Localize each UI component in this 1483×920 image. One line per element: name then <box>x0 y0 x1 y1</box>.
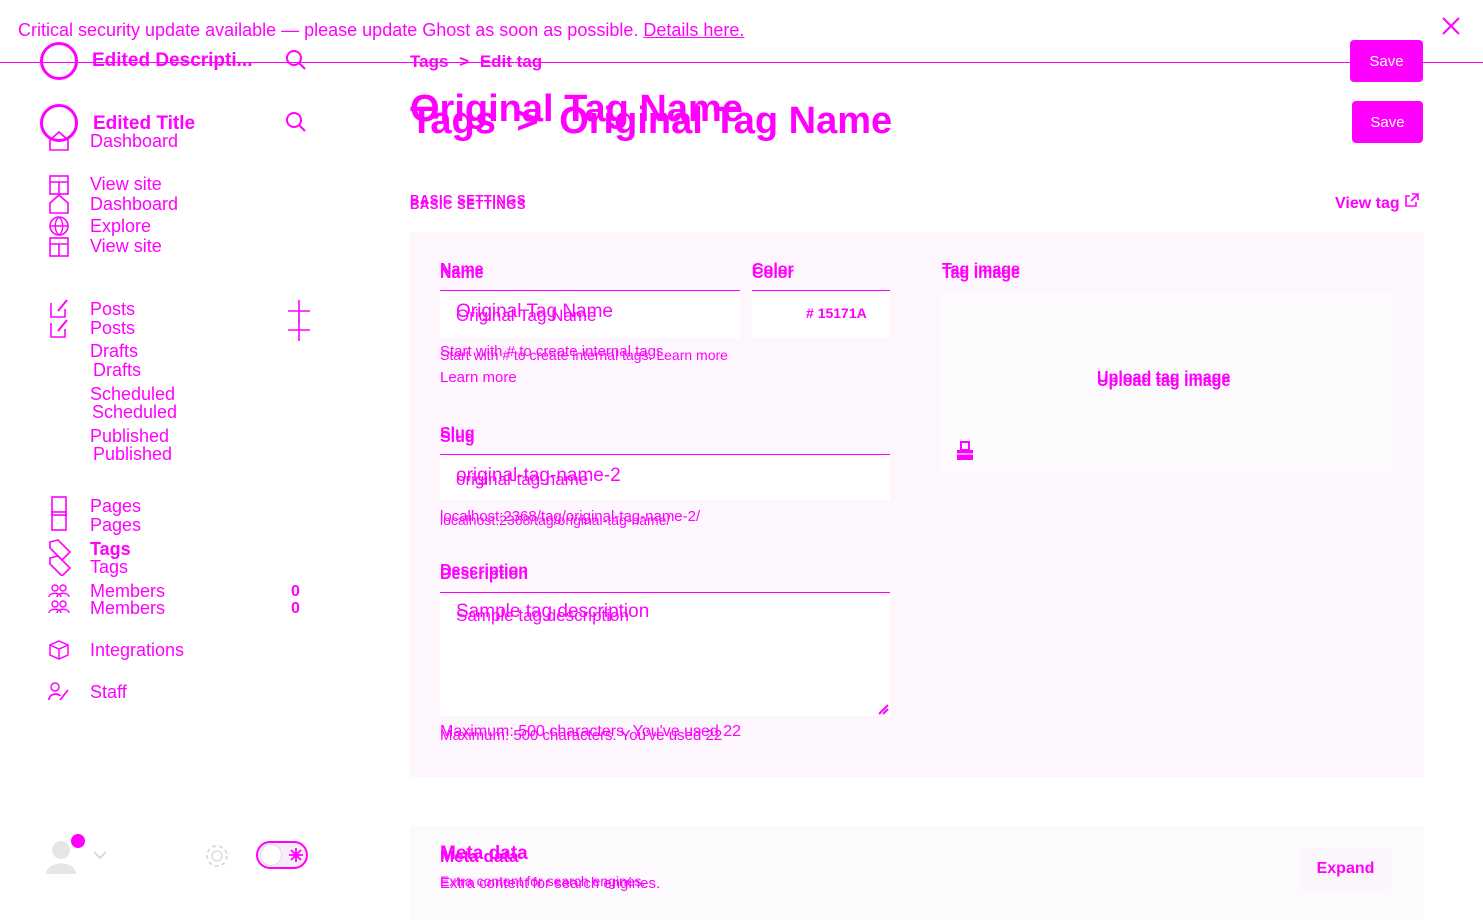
search-icon[interactable] <box>285 111 307 133</box>
page-title: Tags > Original Tag Name <box>410 100 892 143</box>
banner-details-link[interactable]: Details here. <box>643 20 744 40</box>
cube-icon <box>48 639 70 661</box>
globe-icon <box>48 215 70 237</box>
view-tag-label: View tag <box>1335 195 1400 212</box>
members-count: 0 <box>291 600 300 617</box>
name-hint-text: Start with # to create internal tags. <box>440 347 653 363</box>
description-label: Description <box>440 566 529 583</box>
members-icon <box>48 583 70 617</box>
sidebar-item-posts[interactable]: Posts <box>90 299 135 320</box>
plus-icon[interactable] <box>287 318 311 347</box>
sidebar-item-explore[interactable]: Explore <box>90 216 151 237</box>
color-hex-value: 15171A <box>817 305 867 321</box>
sidebar-item-view-site[interactable]: View site <box>90 174 162 195</box>
edit-icon <box>48 297 70 319</box>
description-field-line <box>440 592 890 593</box>
update-banner: Critical security update available — ple… <box>18 20 744 41</box>
sidebar-item-drafts[interactable]: Drafts <box>90 341 138 362</box>
slug-field-line <box>440 454 890 455</box>
image-icon <box>955 440 975 467</box>
title-tags-link[interactable]: Tags <box>410 100 496 142</box>
breadcrumb: Tags > Edit tag <box>410 52 542 72</box>
description-value: Sample tag description <box>456 606 629 625</box>
dark-mode-toggle[interactable] <box>256 841 308 869</box>
description-hint: Maximum: 500 characters. You've used 22 <box>440 727 723 744</box>
learn-more-link[interactable]: Learn more <box>656 347 728 363</box>
breadcrumb-tags-link[interactable]: Tags <box>410 52 448 71</box>
site-title-overlay: Edited Descripti... <box>92 50 253 71</box>
upload-tag-image-button[interactable]: Upload tag image <box>1097 373 1230 391</box>
sidebar-item-members[interactable]: Members <box>90 598 165 619</box>
moon-icon <box>287 846 305 869</box>
banner-message: Critical security update available — ple… <box>18 20 639 40</box>
color-prefix: # <box>806 305 814 321</box>
chevron-down-icon[interactable] <box>92 848 108 866</box>
slug-input-value-overlay: original-tag-name <box>456 470 589 489</box>
breadcrumb-separator: > <box>459 52 470 71</box>
members-count: 0 <box>291 583 300 600</box>
meta-data-heading: Meta data <box>440 847 519 866</box>
gear-icon[interactable] <box>203 842 231 875</box>
name-input-value: Original Tag Name <box>456 306 597 325</box>
home-icon <box>48 130 70 152</box>
sidebar-item-drafts[interactable]: Drafts <box>93 360 141 381</box>
edit-icon <box>48 317 70 339</box>
close-icon[interactable] <box>1441 16 1461 41</box>
save-button[interactable]: Save <box>1352 101 1423 143</box>
sidebar-item-staff[interactable]: Staff <box>90 682 127 703</box>
sidebar-item-view-site[interactable]: View site <box>90 236 162 257</box>
staff-icon <box>48 681 70 703</box>
sidebar-item-pages[interactable]: Pages <box>90 496 141 517</box>
sidebar-item-tags[interactable]: Tags <box>90 557 128 578</box>
meta-data-subtitle: Extra content for search engines. <box>440 875 661 892</box>
slug-url-preview-overlay: localhost:2368/tag/original-tag-name/ <box>440 512 671 528</box>
search-icon[interactable] <box>285 49 307 71</box>
color-field-line <box>752 290 890 291</box>
resize-handle-icon[interactable] <box>877 702 889 720</box>
sidebar-item-published[interactable]: Published <box>93 444 172 465</box>
learn-more-link[interactable]: Learn more <box>440 369 517 386</box>
breadcrumb-current: Edit tag <box>479 52 543 71</box>
toggle-knob <box>260 844 282 866</box>
sidebar-item-posts[interactable]: Posts <box>90 318 135 339</box>
name-field-line <box>440 290 740 291</box>
name-hint: Start with # to create internal tags. Le… <box>440 347 728 363</box>
view-tag-link[interactable]: View tag <box>1335 192 1420 213</box>
sidebar-item-scheduled[interactable]: Scheduled <box>92 402 177 423</box>
tag-image-label: Tag image <box>942 265 1020 282</box>
slug-label: Slug <box>440 429 475 446</box>
site-logo-icon[interactable] <box>40 42 78 80</box>
external-link-icon <box>1404 193 1420 212</box>
tag-icon <box>48 538 72 578</box>
page-icon <box>48 236 70 258</box>
color-label: Color <box>752 265 794 282</box>
title-tag-name: Original Tag Name <box>559 100 893 142</box>
sidebar-item-dashboard[interactable]: Dashboard <box>90 131 178 152</box>
expand-button[interactable]: Expand <box>1300 848 1391 890</box>
sidebar-item-integrations[interactable]: Integrations <box>90 640 184 661</box>
name-label: Name <box>440 265 484 282</box>
home-icon <box>48 193 70 215</box>
section-heading: BASIC SETTINGS <box>410 197 527 212</box>
save-button[interactable]: Save <box>1350 40 1423 82</box>
sidebar-item-pages[interactable]: Pages <box>90 515 141 536</box>
title-separator: > <box>516 100 539 142</box>
color-input-value: # 15171A <box>806 305 867 321</box>
notification-dot <box>71 834 85 848</box>
sidebar-item-dashboard[interactable]: Dashboard <box>90 194 178 215</box>
page-icon <box>48 496 70 532</box>
